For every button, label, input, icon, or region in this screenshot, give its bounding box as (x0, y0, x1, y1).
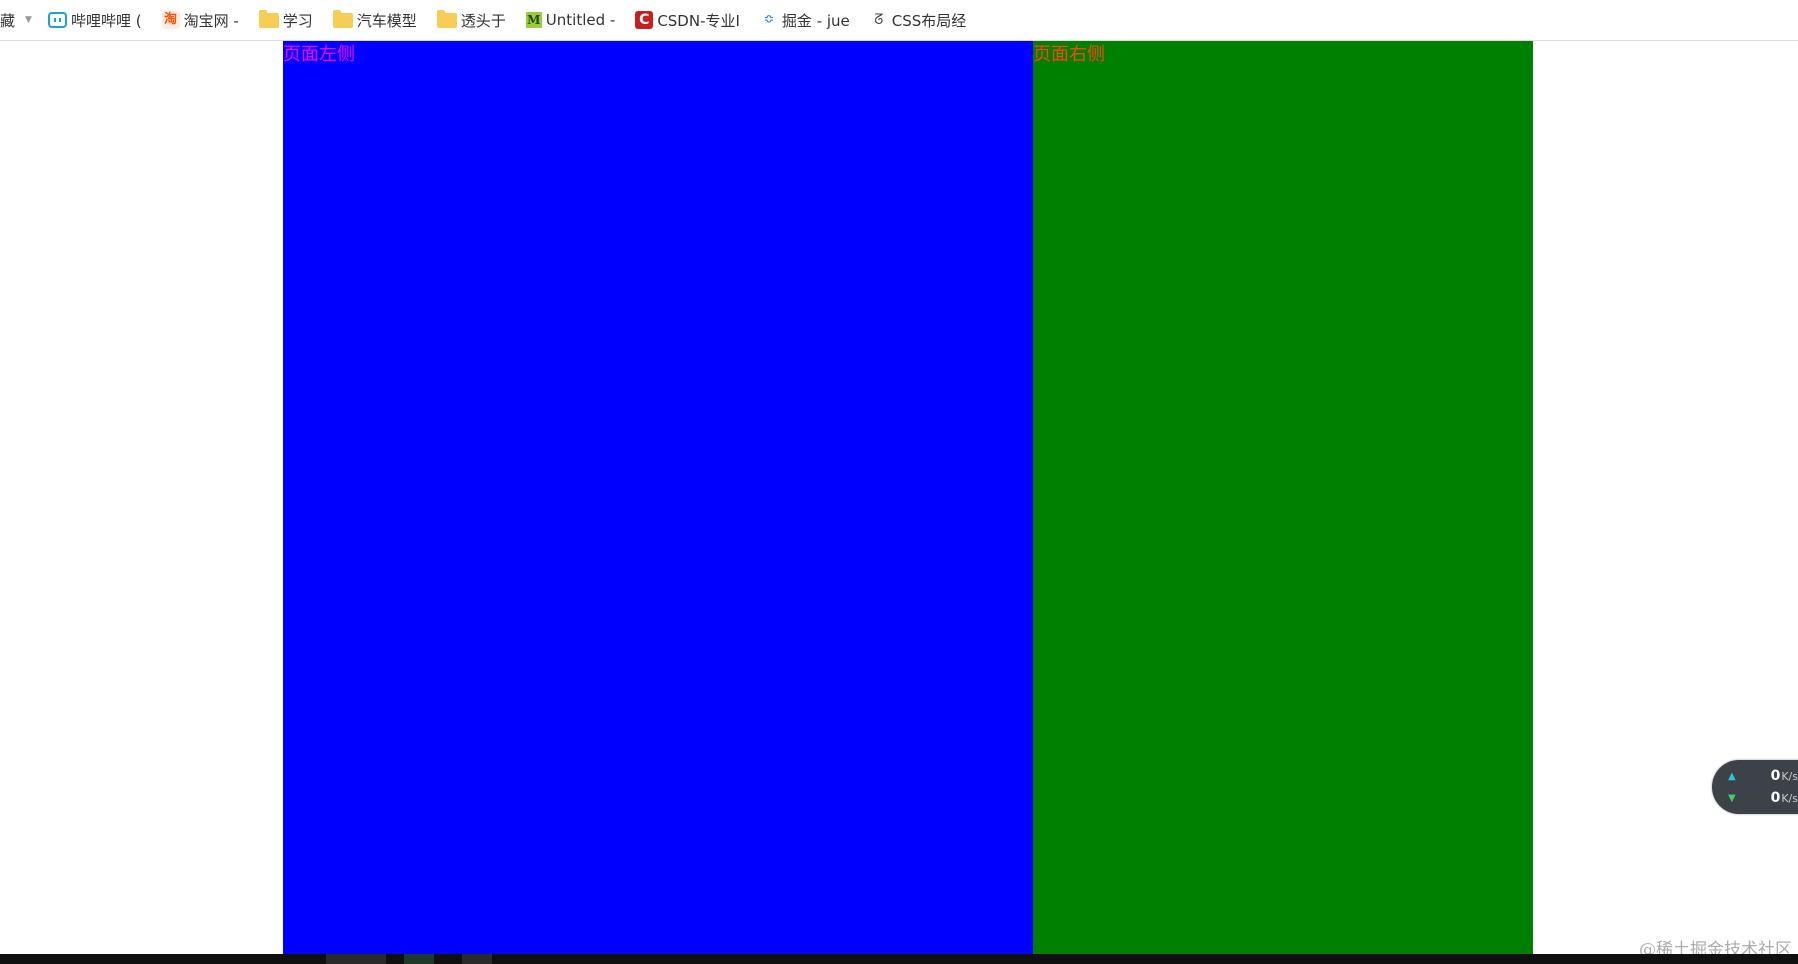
taskbar (0, 954, 1798, 964)
right-panel-label: 页面右侧 (1033, 44, 1105, 65)
bookmark-label: 学习 (282, 11, 313, 30)
left-panel-label: 页面左侧 (283, 44, 355, 65)
favorites-menu[interactable]: 收藏 ▼ (0, 10, 32, 31)
folder-icon (332, 9, 353, 28)
upload-arrow-icon: ▲ (1728, 770, 1736, 782)
bookmark-bilibili[interactable]: 哔哩哔哩 ( (47, 10, 142, 31)
csdn-icon: C (635, 11, 654, 29)
bookmarks-bar: 收藏 ▼ 哔哩哔哩 ( 淘 淘宝网 - 学习 汽车模型 透头于 M Untitl… (0, 0, 1798, 41)
bookmark-css-layout[interactable]: ᘔ CSS布局经 (870, 10, 967, 31)
right-panel: 页面右侧 (1033, 41, 1533, 954)
bookmark-label: CSDN-专业I (657, 11, 740, 30)
bookmark-folder-car-models[interactable]: 汽车模型 (332, 9, 417, 31)
download-speed-row: ▼ 0 K/s (1728, 788, 1798, 808)
chevron-down-icon: ▼ (25, 15, 32, 25)
taskbar-button[interactable] (462, 954, 492, 964)
bookmark-taobao[interactable]: 淘 淘宝网 - (161, 10, 239, 31)
upload-speed-row: ▲ 0 K/s (1728, 766, 1798, 786)
css-site-icon: ᘔ (874, 12, 884, 28)
taobao-icon: 淘 (161, 11, 180, 29)
bookmark-csdn[interactable]: C CSDN-专业I (635, 10, 740, 31)
download-arrow-icon: ▼ (1728, 792, 1736, 804)
download-speed-unit: K/s (1781, 791, 1798, 805)
download-speed-value: 0 (1770, 790, 1781, 806)
taskbar-button[interactable] (326, 954, 386, 964)
bilibili-icon (47, 12, 67, 28)
bookmark-label: 淘宝网 - (183, 11, 239, 30)
page-viewport: 页面左侧 页面右侧 (0, 41, 1798, 954)
bookmark-untitled[interactable]: M Untitled - (525, 11, 616, 29)
juejin-icon: ≎ (763, 12, 775, 27)
taskbar-button[interactable] (404, 954, 434, 964)
favorites-label: 收藏 (0, 11, 16, 30)
bookmark-label: CSS布局经 (891, 11, 967, 30)
folder-icon (258, 9, 279, 28)
upload-speed-unit: K/s (1781, 769, 1798, 783)
network-speed-widget[interactable]: ▲ 0 K/s ▼ 0 K/s (1712, 760, 1798, 814)
bookmark-label: 掘金 - jue (781, 11, 850, 30)
upload-speed-value: 0 (1770, 768, 1781, 784)
folder-icon (436, 9, 457, 28)
bookmark-label: Untitled - (545, 11, 616, 29)
bookmark-label: 汽车模型 (356, 11, 417, 30)
bookmark-folder-3[interactable]: 透头于 (436, 9, 506, 31)
bookmark-folder-study[interactable]: 学习 (258, 9, 313, 31)
mdn-icon: M (525, 12, 542, 28)
bookmark-label: 哔哩哔哩 ( (70, 11, 142, 30)
bookmark-label: 透头于 (460, 11, 506, 30)
left-panel: 页面左侧 (283, 41, 1033, 954)
bookmark-juejin[interactable]: ≎ 掘金 - jue (760, 10, 850, 31)
